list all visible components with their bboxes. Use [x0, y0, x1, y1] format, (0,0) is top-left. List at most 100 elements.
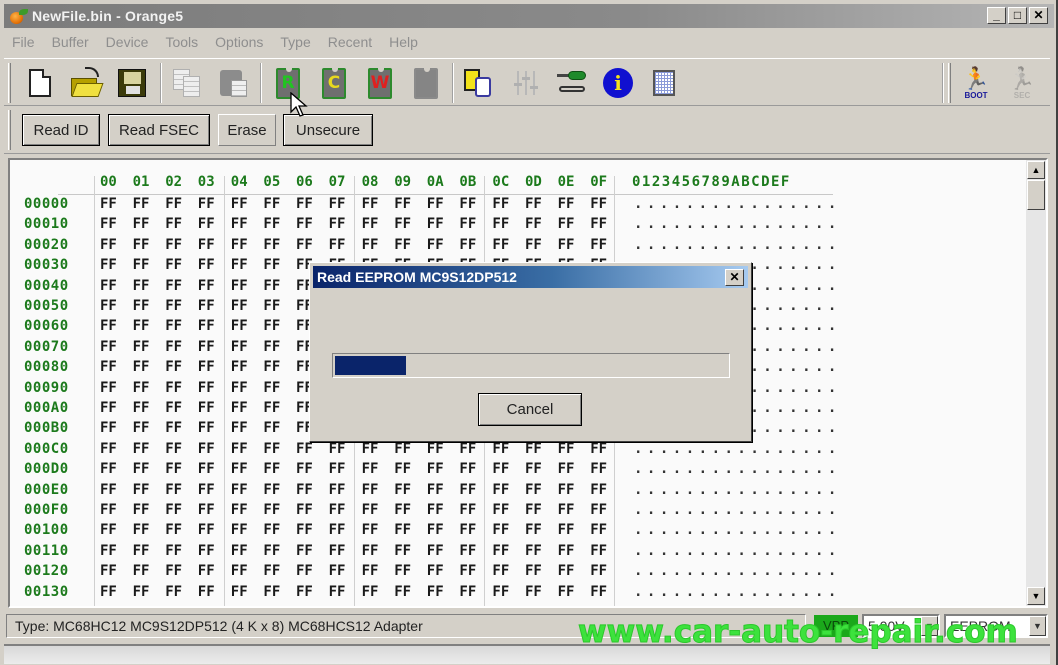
hex-byte-cell[interactable]: FF [133, 420, 150, 436]
hex-byte-cell[interactable]: FF [558, 584, 575, 600]
hex-byte-cell[interactable]: FF [133, 339, 150, 355]
hex-byte-cell[interactable]: FF [198, 339, 215, 355]
hex-byte-cell[interactable]: FF [296, 441, 313, 457]
hex-byte-cell[interactable]: FF [100, 543, 117, 559]
hex-byte-cell[interactable]: FF [198, 482, 215, 498]
hex-byte-cell[interactable]: FF [590, 522, 607, 538]
hex-byte-cell[interactable]: FF [296, 237, 313, 253]
hex-byte-cell[interactable]: FF [459, 461, 476, 477]
open-file-button[interactable] [68, 65, 104, 101]
hex-byte-cell[interactable]: FF [525, 584, 542, 600]
hex-byte-cell[interactable]: FF [133, 522, 150, 538]
hex-byte-cell[interactable]: FF [459, 502, 476, 518]
hex-byte-cell[interactable]: FF [329, 196, 346, 212]
hex-byte-cell[interactable]: FF [133, 196, 150, 212]
hex-byte-cell[interactable]: FF [525, 441, 542, 457]
hex-byte-cell[interactable]: FF [263, 380, 280, 396]
hex-byte-cell[interactable]: FF [198, 400, 215, 416]
hex-byte-cell[interactable]: FF [100, 441, 117, 457]
settings-sliders-button[interactable] [508, 65, 544, 101]
hex-byte-cell[interactable]: FF [165, 257, 182, 273]
hex-byte-cell[interactable]: FF [296, 196, 313, 212]
hex-byte-cell[interactable]: FF [525, 482, 542, 498]
hex-byte-cell[interactable]: FF [525, 563, 542, 579]
menu-tools[interactable]: Tools [157, 34, 207, 50]
hex-byte-cell[interactable]: FF [100, 400, 117, 416]
menu-help[interactable]: Help [381, 34, 427, 50]
hex-byte-cell[interactable]: FF [263, 196, 280, 212]
hex-byte-cell[interactable]: FF [590, 216, 607, 232]
hex-byte-cell[interactable]: FF [231, 216, 248, 232]
dialog-close-button[interactable]: ✕ [725, 269, 744, 286]
hex-byte-cell[interactable]: FF [198, 318, 215, 334]
hex-byte-cell[interactable]: FF [427, 584, 444, 600]
hex-byte-cell[interactable]: FF [165, 196, 182, 212]
hex-byte-cell[interactable]: FF [100, 216, 117, 232]
hex-byte-cell[interactable]: FF [165, 237, 182, 253]
hex-byte-cell[interactable]: FF [133, 380, 150, 396]
hex-byte-cell[interactable]: FF [590, 482, 607, 498]
hex-byte-cell[interactable]: FF [459, 237, 476, 253]
hex-byte-cell[interactable]: FF [459, 441, 476, 457]
hex-byte-cell[interactable]: FF [492, 563, 509, 579]
hex-byte-cell[interactable]: FF [231, 339, 248, 355]
hex-byte-cell[interactable]: FF [329, 563, 346, 579]
hex-byte-cell[interactable]: FF [165, 522, 182, 538]
hex-byte-cell[interactable]: FF [198, 420, 215, 436]
hex-byte-cell[interactable]: FF [492, 522, 509, 538]
hex-byte-cell[interactable]: FF [198, 522, 215, 538]
hex-byte-cell[interactable]: FF [362, 502, 379, 518]
hex-byte-cell[interactable]: FF [459, 543, 476, 559]
hex-byte-cell[interactable]: FF [329, 441, 346, 457]
hex-byte-cell[interactable]: FF [263, 359, 280, 375]
hex-byte-cell[interactable]: FF [100, 584, 117, 600]
info-button[interactable]: i [600, 65, 636, 101]
hex-byte-cell[interactable]: FF [329, 522, 346, 538]
minimize-button[interactable]: _ [987, 7, 1006, 24]
hex-byte-cell[interactable]: FF [394, 543, 411, 559]
hex-byte-cell[interactable]: FF [231, 400, 248, 416]
unsecure-button[interactable]: Unsecure [283, 114, 373, 146]
hex-byte-cell[interactable]: FF [133, 563, 150, 579]
menu-file[interactable]: File [4, 34, 44, 50]
hex-byte-cell[interactable]: FF [231, 278, 248, 294]
hex-byte-cell[interactable]: FF [427, 237, 444, 253]
hex-byte-cell[interactable]: FF [133, 278, 150, 294]
hex-byte-cell[interactable]: FF [133, 359, 150, 375]
vertical-scrollbar[interactable]: ▲ ▼ [1026, 160, 1046, 606]
erase-button[interactable]: Erase [218, 114, 276, 146]
hex-byte-cell[interactable]: FF [394, 482, 411, 498]
close-button[interactable]: ✕ [1029, 7, 1048, 24]
hex-byte-cell[interactable]: FF [492, 482, 509, 498]
hex-byte-cell[interactable]: FF [231, 543, 248, 559]
hex-byte-cell[interactable]: FF [263, 237, 280, 253]
hex-byte-cell[interactable]: FF [100, 298, 117, 314]
hex-byte-cell[interactable]: FF [231, 482, 248, 498]
hex-byte-cell[interactable]: FF [590, 237, 607, 253]
hex-byte-cell[interactable]: FF [165, 584, 182, 600]
maximize-button[interactable]: □ [1008, 7, 1027, 24]
hex-byte-cell[interactable]: FF [198, 359, 215, 375]
hex-byte-cell[interactable]: FF [165, 339, 182, 355]
hex-byte-cell[interactable]: FF [263, 298, 280, 314]
hex-byte-cell[interactable]: FF [492, 237, 509, 253]
hex-byte-cell[interactable]: FF [198, 257, 215, 273]
hex-byte-cell[interactable]: FF [525, 237, 542, 253]
hex-byte-cell[interactable]: FF [558, 502, 575, 518]
hex-byte-cell[interactable]: FF [165, 543, 182, 559]
new-file-button[interactable] [22, 65, 58, 101]
hex-byte-cell[interactable]: FF [133, 502, 150, 518]
chevron-down-icon[interactable]: ▼ [1029, 616, 1046, 636]
hex-byte-cell[interactable]: FF [590, 563, 607, 579]
hex-byte-cell[interactable]: FF [198, 278, 215, 294]
hex-byte-cell[interactable]: FF [362, 522, 379, 538]
hex-byte-cell[interactable]: FF [263, 318, 280, 334]
hex-byte-cell[interactable]: FF [231, 584, 248, 600]
hex-byte-cell[interactable]: FF [394, 237, 411, 253]
hex-byte-cell[interactable]: FF [263, 482, 280, 498]
menu-options[interactable]: Options [207, 34, 272, 50]
hex-byte-cell[interactable]: FF [263, 216, 280, 232]
hex-byte-cell[interactable]: FF [165, 359, 182, 375]
read-fsec-button[interactable]: Read FSEC [108, 114, 210, 146]
ascii-cell[interactable]: ................ [634, 237, 841, 253]
